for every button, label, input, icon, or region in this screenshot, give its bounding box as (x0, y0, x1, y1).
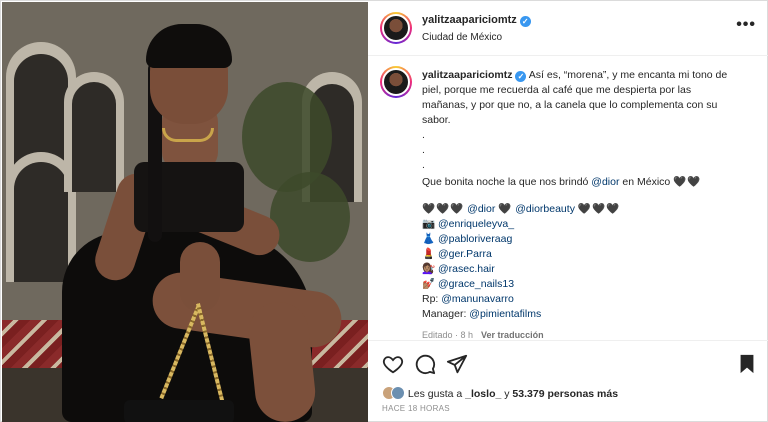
post-caption: yalitzaapariciomtz ✓ Así es, “morena”, y … (422, 68, 752, 343)
liker-username[interactable]: _loslo_ (465, 388, 501, 400)
rp-label: Rp: (422, 293, 439, 305)
verified-badge-icon: ✓ (519, 16, 531, 27)
username-link[interactable]: yalitzaapariciomtz (422, 14, 517, 26)
lipstick-emoji: 💄 (422, 248, 436, 260)
likes-summary[interactable]: Les gusta a _loslo_ y 53.379 personas má… (382, 386, 618, 400)
post-timestamp: HACE 18 HORAS (382, 404, 450, 413)
bookmark-icon[interactable] (736, 353, 758, 375)
comment-icon[interactable] (414, 353, 436, 375)
post-username[interactable]: yalitzaapariciomtz ✓ (422, 14, 531, 27)
caption-text: sabor. (422, 114, 451, 126)
likes-count[interactable]: 53.379 personas más (512, 388, 618, 400)
black-heart-emoji: 🖤🖤 (673, 176, 702, 188)
black-bag (124, 400, 234, 422)
profile-avatar[interactable] (380, 12, 412, 44)
share-icon[interactable] (446, 353, 468, 375)
hand (180, 242, 220, 312)
caption-text: Que bonita noche la que nos brindó (422, 176, 589, 188)
edited-time: Editado · 8 h (422, 330, 474, 340)
mention-link[interactable]: @ger.Parra (438, 248, 492, 260)
mention-link[interactable]: @pabloriveraag (438, 233, 512, 245)
mention-link[interactable]: @rasec.hair (438, 263, 495, 275)
post-photo[interactable] (2, 2, 368, 422)
caption-text: Así es, “morena”, y me encanta mi tono d… (528, 69, 728, 81)
caption-username[interactable]: yalitzaapariciomtz (422, 69, 512, 81)
heart-icon[interactable] (382, 353, 404, 375)
mention-link[interactable]: @dior (467, 203, 495, 215)
black-heart-emoji: 🖤🖤🖤 (422, 203, 465, 215)
haircut-emoji: 💇🏽‍♀️ (422, 263, 436, 275)
caption-avatar[interactable] (380, 66, 412, 98)
more-options-icon[interactable]: ••• (736, 16, 756, 34)
caption-dot: . (422, 144, 425, 156)
see-translation-button[interactable]: Ver traducción (481, 330, 544, 340)
caption-text: en México (622, 176, 671, 188)
likes-mid: y (504, 388, 510, 400)
arch-opening (72, 82, 116, 192)
mention-link[interactable]: @dior (591, 176, 619, 188)
caption-dot: . (422, 129, 425, 141)
mention-link[interactable]: @diorbeauty (515, 203, 575, 215)
action-bar (368, 340, 768, 384)
caption-text: mañanas, y por que no, a la canela que l… (422, 99, 718, 111)
gold-necklace (162, 128, 214, 142)
nail-polish-emoji: 💅🏽 (422, 278, 436, 290)
caption-dot: . (422, 159, 425, 171)
mention-link[interactable]: @manunavarro (441, 293, 514, 305)
dress-emoji: 👗 (422, 233, 436, 245)
post-frame: yalitzaapariciomtz ✓ Ciudad de México •••… (0, 0, 768, 422)
mention-link[interactable]: @enriqueleyva_ (438, 218, 514, 230)
caption-text: piel, porque me recuerda al café que me … (422, 84, 692, 96)
arch-opening (14, 162, 68, 282)
post-header: yalitzaapariciomtz ✓ Ciudad de México ••• (368, 2, 768, 56)
mention-link[interactable]: @grace_nails13 (438, 278, 514, 290)
manager-label: Manager: (422, 308, 467, 320)
likes-prefix: Les gusta a (407, 388, 463, 400)
camera-emoji: 📷 (422, 218, 436, 230)
post-location[interactable]: Ciudad de México (422, 32, 502, 43)
plant (270, 172, 350, 262)
black-heart-emoji: 🖤🖤🖤 (577, 203, 621, 215)
verified-badge-icon: ✓ (515, 71, 527, 82)
liker-avatar (391, 386, 405, 400)
mention-link[interactable]: @pimientafilms (469, 308, 541, 320)
post-side-panel: yalitzaapariciomtz ✓ Ciudad de México •••… (368, 2, 768, 422)
black-heart-emoji: 🖤 (498, 203, 513, 215)
